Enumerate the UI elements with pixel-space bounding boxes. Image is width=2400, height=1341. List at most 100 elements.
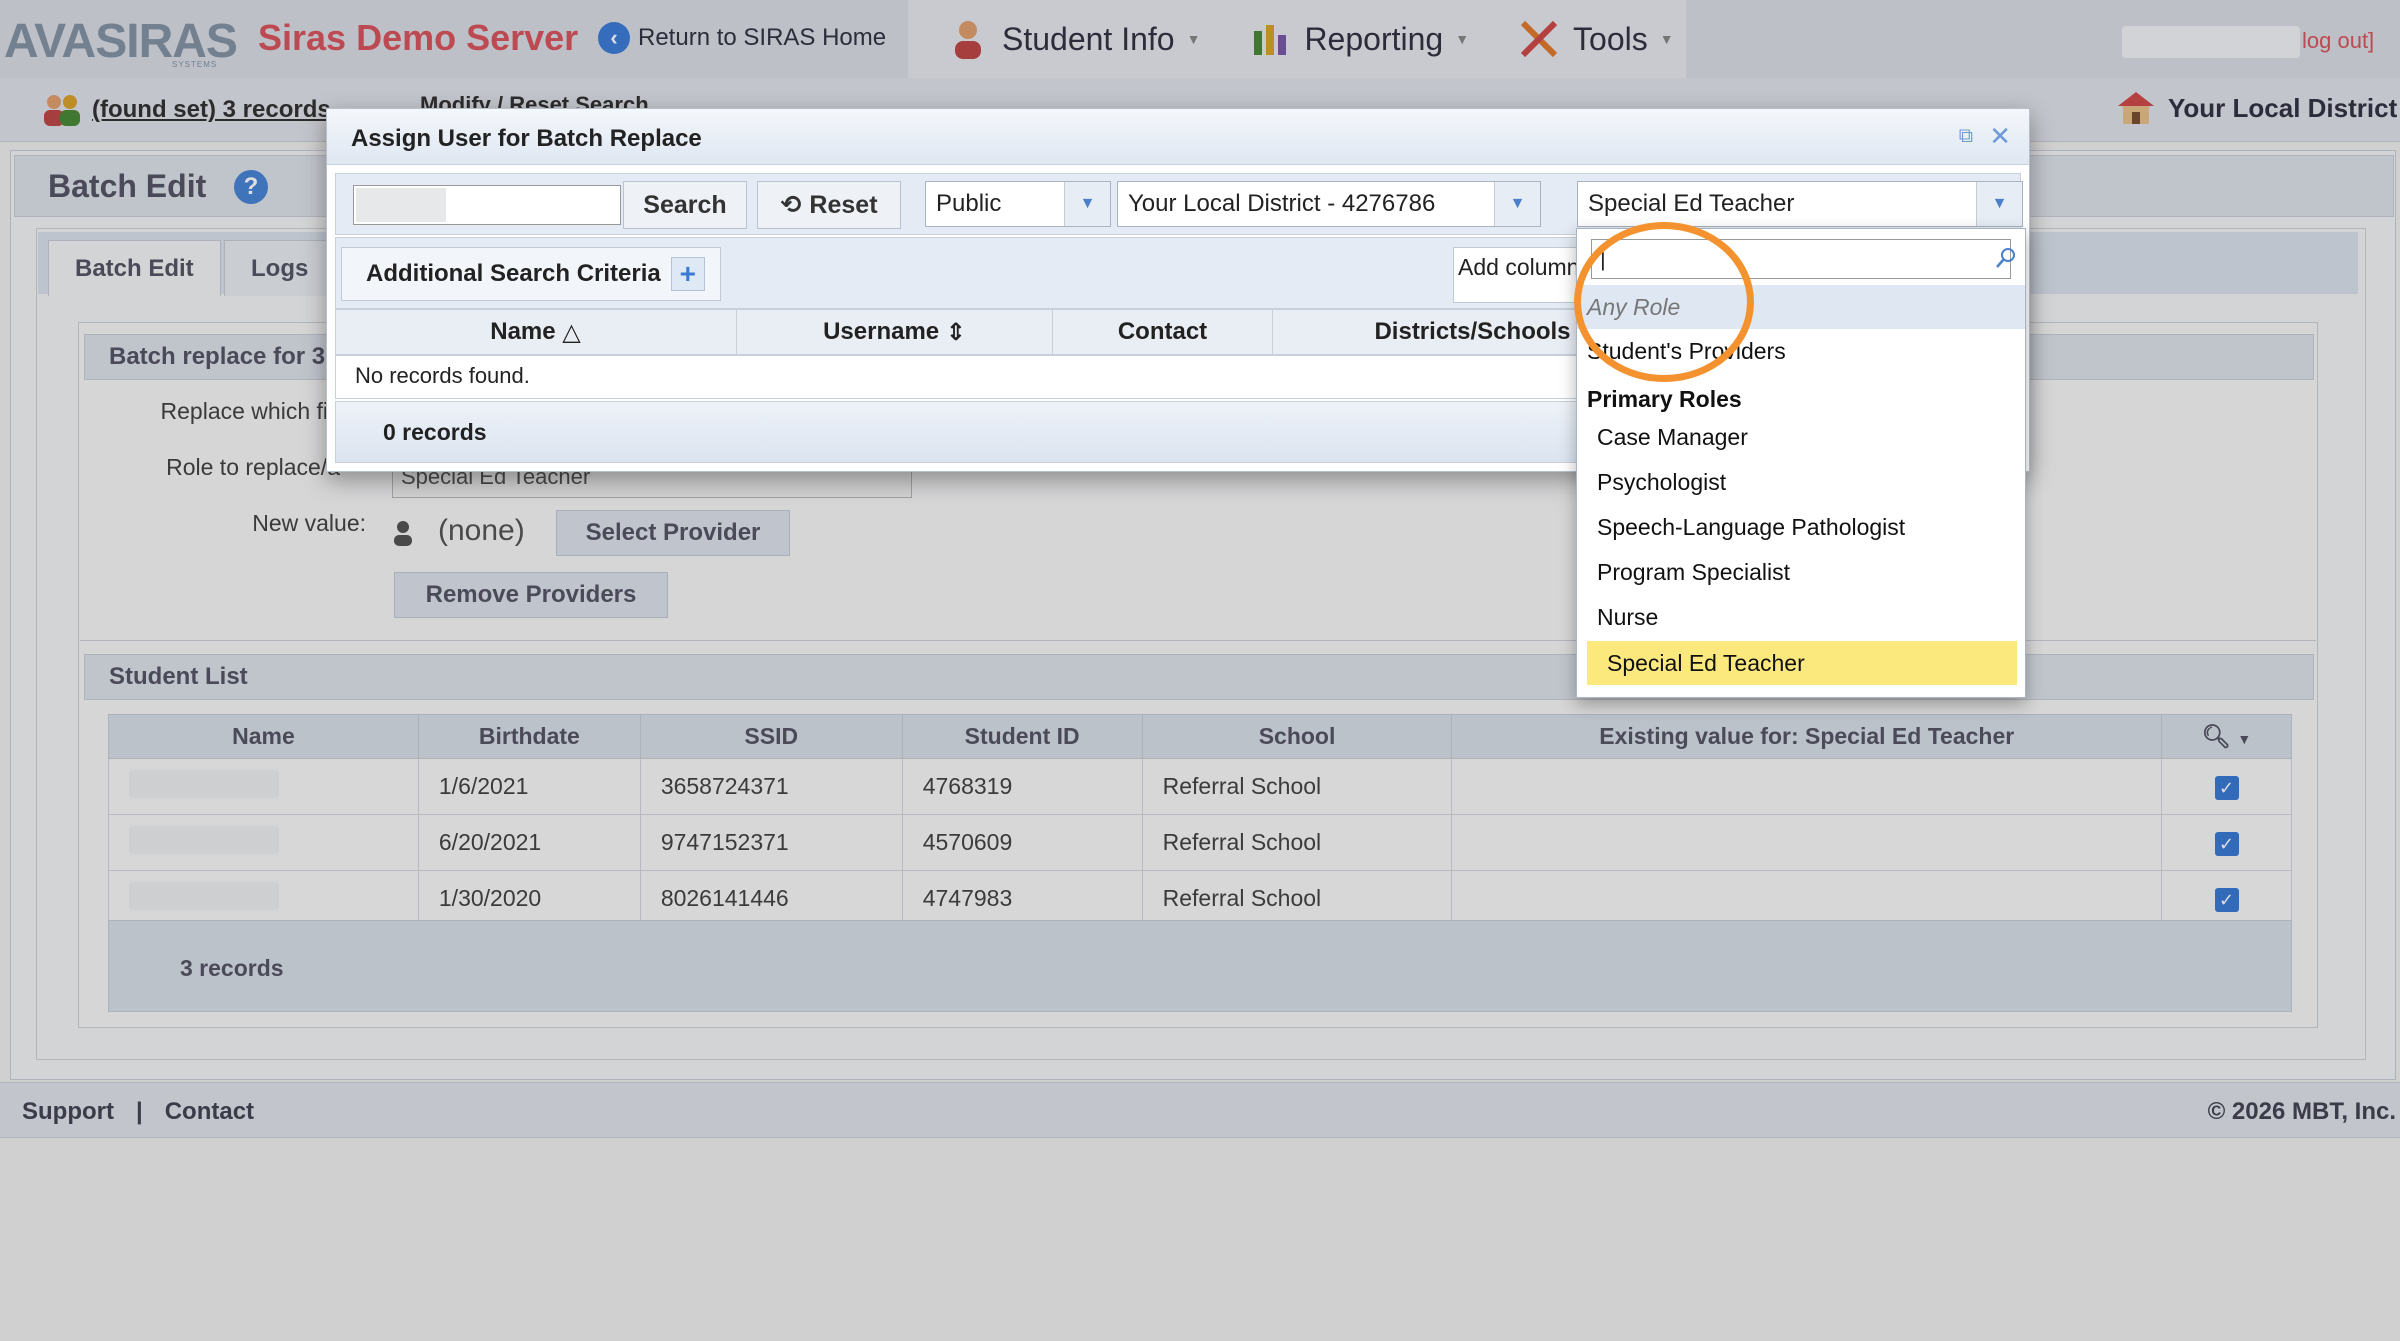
option-nurse[interactable]: Nurse: [1577, 595, 2025, 639]
found-set-link[interactable]: (found set) 3 records: [40, 90, 331, 130]
reset-label: Reset: [809, 190, 878, 219]
popout-icon[interactable]: ⧉: [1959, 125, 1973, 148]
col-ssid[interactable]: SSID: [639, 714, 903, 759]
col-name-label: Name: [490, 318, 556, 345]
row-checkbox[interactable]: ✓: [2161, 870, 2292, 927]
reset-icon: ⟲: [780, 191, 802, 219]
return-home-label: Return to SIRAS Home: [638, 24, 887, 51]
col-name-sort[interactable]: Name △: [335, 309, 737, 355]
logo-subtext: SYSTEMS: [172, 60, 218, 69]
tools-icon: [1520, 20, 1558, 58]
select-provider-button[interactable]: Select Provider: [556, 510, 790, 556]
chevron-down-icon: ▼: [1186, 31, 1201, 47]
birthdate-cell: 1/6/2021: [417, 758, 641, 815]
reset-button[interactable]: ⟲ Reset: [757, 181, 901, 229]
logout-link[interactable]: log out]: [2122, 26, 2386, 58]
col-contact[interactable]: Contact: [1053, 309, 1273, 355]
ssid-cell: 8026141446: [639, 870, 903, 927]
existing-value-cell: [1451, 814, 2163, 871]
nav-student-info[interactable]: Student Info ▼: [946, 17, 1200, 61]
chevron-down-icon: ▼: [1064, 182, 1110, 226]
add-column-select[interactable]: Add column: [1453, 247, 1583, 303]
tab-batch-edit[interactable]: Batch Edit: [48, 240, 221, 296]
student-name-blurred: [108, 870, 419, 927]
row-checkbox[interactable]: ✓: [2161, 758, 2292, 815]
option-students-providers[interactable]: Student's Providers: [1577, 329, 2025, 373]
back-arrow-icon: ‹: [598, 22, 630, 54]
option-psychologist[interactable]: Psychologist: [1577, 460, 2025, 504]
col-existing-value[interactable]: Existing value for: Special Ed Teacher: [1451, 714, 2163, 759]
chevron-down-icon: ▼: [1455, 31, 1470, 47]
student-table-footer: [108, 920, 2292, 1012]
check-icon: ✓: [2214, 888, 2239, 912]
table-row[interactable]: 6/20/2021 9747152371 4570609 Referral Sc…: [108, 814, 2292, 871]
support-link[interactable]: Support: [22, 1098, 114, 1126]
user-search-input[interactable]: [353, 185, 621, 225]
new-value-text: (none): [438, 514, 525, 547]
col-school[interactable]: School: [1141, 714, 1453, 759]
return-home-link[interactable]: ‹ Return to SIRAS Home: [598, 22, 886, 54]
chevron-down-icon: ▼: [1659, 31, 1674, 47]
contact-link[interactable]: Contact: [165, 1098, 254, 1126]
nav-tools-label: Tools: [1573, 20, 1648, 57]
additional-criteria-button[interactable]: Additional Search Criteria +: [341, 247, 721, 301]
option-program-specialist[interactable]: Program Specialist: [1577, 550, 2025, 594]
col-student-id[interactable]: Student ID: [901, 714, 1143, 759]
nav-tools[interactable]: Tools ▼: [1517, 17, 1674, 61]
chevron-down-icon: ▼: [2237, 731, 2252, 747]
school-house-icon: [2118, 92, 2154, 124]
col-name[interactable]: Name: [108, 714, 419, 759]
option-special-ed-teacher[interactable]: Special Ed Teacher: [1587, 641, 2017, 685]
remove-providers-button[interactable]: Remove Providers: [394, 572, 668, 618]
new-value-label: New value:: [252, 510, 366, 536]
ssid-cell: 3658724371: [639, 758, 903, 815]
role-search-input[interactable]: |: [1591, 239, 2011, 279]
tab-logs[interactable]: Logs: [224, 240, 336, 296]
option-speech-language-pathologist[interactable]: Speech-Language Pathologist: [1577, 505, 2025, 549]
district-name: Your Local District: [2168, 92, 2398, 123]
col-search-menu[interactable]: 🔍︎ ▼: [2161, 714, 2292, 759]
existing-value-cell: [1451, 758, 2163, 815]
help-icon[interactable]: ?: [234, 170, 268, 204]
col-birthdate[interactable]: Birthdate: [417, 714, 641, 759]
student-id-cell: 4768319: [901, 758, 1143, 815]
role-filter-value: Special Ed Teacher: [1588, 190, 1795, 217]
row-checkbox[interactable]: ✓: [2161, 814, 2292, 871]
people-icon: [44, 95, 80, 126]
table-row[interactable]: 1/6/2021 3658724371 4768319 Referral Sch…: [108, 758, 2292, 815]
sort-up-icon: △: [562, 318, 581, 346]
birthdate-cell: 1/30/2020: [417, 870, 641, 927]
search-icon: [1996, 248, 2015, 268]
role-filter-select[interactable]: Special Ed Teacher ▼: [1577, 181, 2023, 227]
option-case-manager[interactable]: Case Manager: [1577, 415, 2025, 459]
reporting-icon: [1254, 25, 1287, 55]
plus-icon: +: [670, 257, 705, 291]
chevron-down-icon: ▼: [1494, 182, 1540, 226]
col-username-sort[interactable]: Username ⇕: [737, 309, 1053, 355]
school-cell: Referral School: [1141, 758, 1453, 815]
student-name-blurred: [108, 814, 419, 871]
existing-value-cell: [1451, 870, 2163, 927]
footer-separator: |: [135, 1098, 143, 1125]
chevron-down-icon: ▼: [1976, 182, 2022, 226]
footer: [0, 1082, 2400, 1138]
option-any-role[interactable]: Any Role: [1577, 285, 2025, 329]
copyright: © 2026 MBT, Inc.: [2207, 1098, 2396, 1125]
nav-reporting[interactable]: Reporting ▼: [1248, 17, 1469, 61]
district-label[interactable]: Your Local District: [2116, 88, 2397, 128]
search-button[interactable]: Search: [623, 181, 747, 229]
siras-logo[interactable]: AVASIRAS SYSTEMS: [4, 14, 238, 69]
school-cell: Referral School: [1141, 814, 1453, 871]
student-table: Name Birthdate SSID Student ID School Ex…: [108, 714, 2292, 927]
username-box: [2122, 26, 2300, 58]
ssid-cell: 9747152371: [639, 814, 903, 871]
person-icon: [394, 521, 412, 546]
district-select[interactable]: Your Local District - 4276786 ▼: [1117, 181, 1541, 227]
nav-reporting-label: Reporting: [1304, 20, 1444, 57]
logout-label: log out]: [2302, 28, 2375, 53]
close-icon[interactable]: ✕: [1989, 121, 2011, 152]
main-nav: Student Info ▼ Reporting ▼ Tools ▼: [908, 0, 1686, 78]
additional-criteria-label: Additional Search Criteria: [366, 260, 661, 287]
scope-select[interactable]: Public ▼: [925, 181, 1111, 227]
table-row[interactable]: 1/30/2020 8026141446 4747983 Referral Sc…: [108, 870, 2292, 927]
